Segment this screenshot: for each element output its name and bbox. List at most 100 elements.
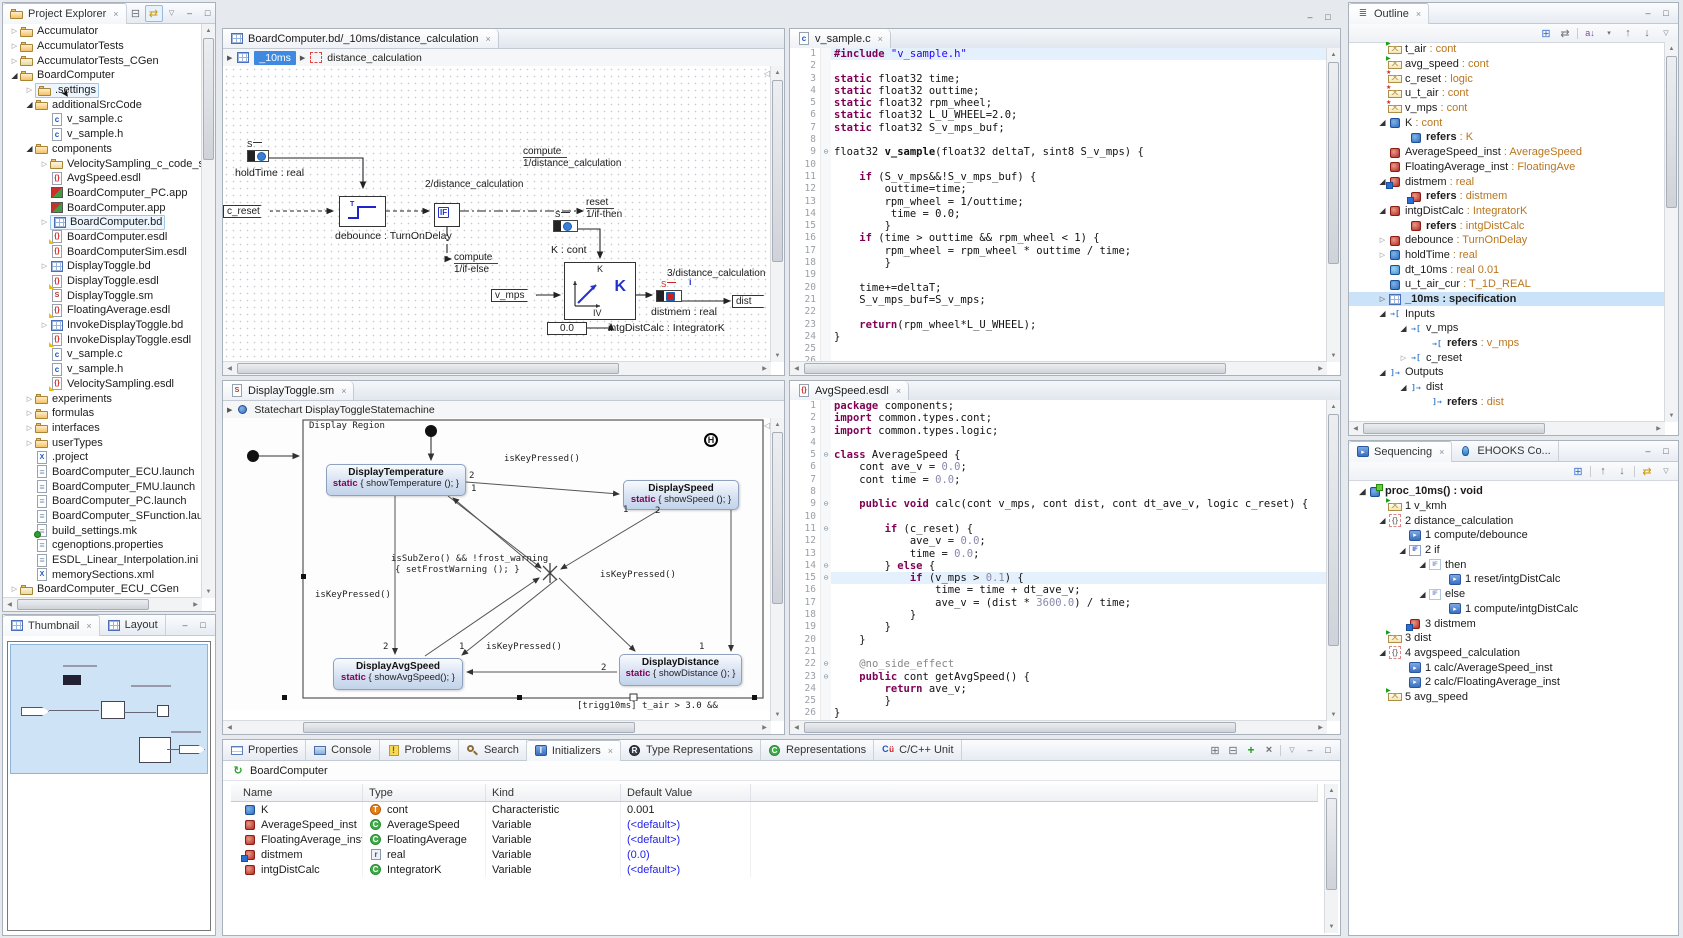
expand-arrow-icon[interactable]: ▷	[39, 321, 50, 329]
outline-item[interactable]: refers : v_mps	[1349, 336, 1665, 351]
fold-marker-icon[interactable]: ⊖	[820, 523, 831, 535]
maximize-icon[interactable]: □	[1319, 742, 1337, 759]
code-line[interactable]: 11 if (S_v_mps&&!S_v_mps_buf) {	[790, 171, 1327, 183]
column-header-name[interactable]: Name	[231, 784, 363, 801]
project-explorer-item[interactable]: ▷VelocitySampling_c_code_snip	[3, 156, 202, 171]
code-line[interactable]: 26}	[790, 707, 1327, 719]
project-explorer-item[interactable]: ◢components	[3, 142, 202, 157]
code-line[interactable]: 21	[790, 646, 1327, 658]
outline-item[interactable]: FloatingAverage_inst : FloatingAve	[1349, 160, 1665, 175]
tab-properties[interactable]: Properties	[223, 740, 306, 760]
if-block[interactable]: IF	[434, 203, 460, 227]
delete-icon[interactable]: ×	[1260, 742, 1278, 759]
expand-arrow-icon[interactable]: ▷	[1377, 251, 1388, 259]
table-row[interactable]: intgDistCalcIntegratorKVariable(<default…	[231, 862, 1318, 877]
code-line[interactable]: 10	[790, 159, 1327, 171]
code-line[interactable]: 21 S_v_mps_buf=S_v_mps;	[790, 294, 1327, 306]
k-switch[interactable]	[553, 220, 578, 232]
c-code-area[interactable]: 1#include "v_sample.h"23static float32 t…	[790, 48, 1327, 362]
table-row[interactable]: AverageSpeed_instAverageSpeedVariable(<d…	[231, 817, 1318, 832]
code-line[interactable]: 8	[790, 134, 1327, 146]
collapse-arrow-icon[interactable]: ◢	[1417, 590, 1428, 599]
outline-item[interactable]: ▷holdTime : real	[1349, 248, 1665, 263]
cell-default-value[interactable]: (<default>)	[621, 817, 751, 832]
project-explorer-item[interactable]: ▷BoardComputer.bd	[3, 215, 202, 230]
code-line[interactable]: 18 }	[790, 257, 1327, 269]
code-line[interactable]: 9⊖ public void calc(cont v_mps, cont dis…	[790, 498, 1327, 510]
project-explorer-item[interactable]: ▷interfaces	[3, 421, 202, 436]
bd-hscrollbar[interactable]: ◀▶	[223, 361, 771, 375]
view-menu-icon[interactable]: ▽	[1283, 742, 1301, 759]
fold-marker-icon[interactable]: ⊖	[820, 658, 831, 670]
sequencing-item[interactable]: ◢4 avgspeed_calculation	[1349, 646, 1678, 661]
outline-item[interactable]: v_mps : cont	[1349, 101, 1665, 116]
code-line[interactable]: 19	[790, 269, 1327, 281]
code-line[interactable]: 17 rpm_wheel = rpm_wheel * outtime / tim…	[790, 245, 1327, 257]
collapse-arrow-icon[interactable]: ◢	[1377, 516, 1388, 525]
project-explorer-item[interactable]: .project	[3, 450, 202, 465]
sequencing-item[interactable]: ◢proc_10ms() : void	[1349, 484, 1678, 499]
code-line[interactable]: 24}	[790, 331, 1327, 343]
code-line[interactable]: 12 ave_v = 0.0;	[790, 535, 1327, 547]
down-icon[interactable]: ↓	[1638, 25, 1656, 42]
expand-arrow-icon[interactable]: ▷	[24, 424, 35, 432]
project-explorer-item[interactable]: v_sample.c	[3, 112, 202, 127]
holdtime-switch[interactable]	[247, 150, 269, 162]
code-line[interactable]: 3import common.types.logic;	[790, 425, 1327, 437]
code-line[interactable]: 15 }	[790, 220, 1327, 232]
outline-item[interactable]: ▷_10ms : specification	[1349, 292, 1665, 307]
code-line[interactable]: 18 }	[790, 609, 1327, 621]
sequencing-item[interactable]: ◢2 distance_calculation	[1349, 513, 1678, 528]
collapse-arrow-icon[interactable]: ◢	[24, 144, 35, 153]
tab-v-sample-c[interactable]: v_sample.c ×	[790, 29, 891, 48]
project-explorer-item[interactable]: VelocitySampling.esdl	[3, 377, 202, 392]
sequencing-item[interactable]: 5 avg_speed	[1349, 690, 1678, 705]
expand-arrow-icon[interactable]: ▷	[39, 160, 50, 168]
code-line[interactable]: 2	[790, 60, 1327, 72]
history-state[interactable]: H	[704, 433, 718, 447]
code-line[interactable]: 13 time = 0.0;	[790, 548, 1327, 560]
sequencing-item[interactable]: 3 distmem	[1349, 616, 1678, 631]
sequencing-item[interactable]: ◢then	[1349, 557, 1678, 572]
project-explorer-item[interactable]: ▷InvokeDisplayToggle.bd	[3, 318, 202, 333]
project-explorer-item[interactable]: AvgSpeed.esdl	[3, 171, 202, 186]
collapse-arrow-icon[interactable]: ◢	[1377, 309, 1388, 318]
outline-item[interactable]: AverageSpeed_inst : AverageSpeed	[1349, 145, 1665, 160]
project-explorer-item[interactable]: BoardComputer_SFunction.launch	[3, 509, 202, 524]
code-line[interactable]: 16 time = time + dt_ave_v;	[790, 584, 1327, 596]
code-line[interactable]: 22⊖ @no_side_effect	[790, 658, 1327, 670]
tab-avgspeed-esdl[interactable]: AvgSpeed.esdl ×	[790, 381, 909, 400]
view-menu-icon[interactable]: ▽	[1657, 25, 1675, 42]
win-plus-icon[interactable]: ⊞	[1206, 742, 1224, 759]
outline-item[interactable]: refers : intgDistCalc	[1349, 218, 1665, 233]
tab-representations[interactable]: Representations	[761, 740, 874, 760]
collapse-all-icon[interactable]: ⊟	[127, 5, 145, 22]
project-explorer-item[interactable]: ESDL_Linear_Interpolation.ini	[3, 553, 202, 568]
table-row[interactable]: distmemrealVariable(0.0)	[231, 847, 1318, 862]
maximize-icon[interactable]: □	[1319, 8, 1337, 25]
code-line[interactable]: 12 outtime=time;	[790, 183, 1327, 195]
maximize-icon[interactable]: □	[194, 617, 212, 634]
outline-item[interactable]: u_t_air : cont	[1349, 86, 1665, 101]
tab-displaytoggle-sm[interactable]: DisplayToggle.sm ×	[223, 381, 354, 400]
code-line[interactable]: 25	[790, 343, 1327, 355]
cell-default-value[interactable]: (<default>)	[621, 862, 751, 877]
esdl-code-area[interactable]: 1package components;2import common.types…	[790, 400, 1327, 721]
project-explorer-item[interactable]: BoardComputer_FMU.launch	[3, 479, 202, 494]
minimize-icon[interactable]: –	[1639, 5, 1657, 22]
expand-arrow-icon[interactable]: ▷	[39, 218, 50, 226]
project-explorer-item[interactable]: v_sample.h	[3, 362, 202, 377]
sequencing-item[interactable]: ◢else	[1349, 587, 1678, 602]
code-line[interactable]: 1#include "v_sample.h"	[790, 48, 1327, 60]
collapse-arrow-icon[interactable]: ◢	[1377, 368, 1388, 377]
outline-hscrollbar[interactable]: ◀▶	[1349, 421, 1665, 435]
close-icon[interactable]: ×	[896, 386, 901, 396]
fold-marker-icon[interactable]: ⊖	[820, 146, 831, 158]
cell-default-value[interactable]: 0.001	[621, 802, 751, 817]
code-line[interactable]: 4	[790, 437, 1327, 449]
breadcrumb-expand-icon[interactable]: ▶	[227, 406, 232, 414]
close-icon[interactable]: ×	[113, 9, 118, 19]
outline-item[interactable]: avg_speed : cont	[1349, 57, 1665, 72]
win-minus-icon[interactable]: ⊟	[1224, 742, 1242, 759]
code-line[interactable]: 1package components;	[790, 400, 1327, 412]
